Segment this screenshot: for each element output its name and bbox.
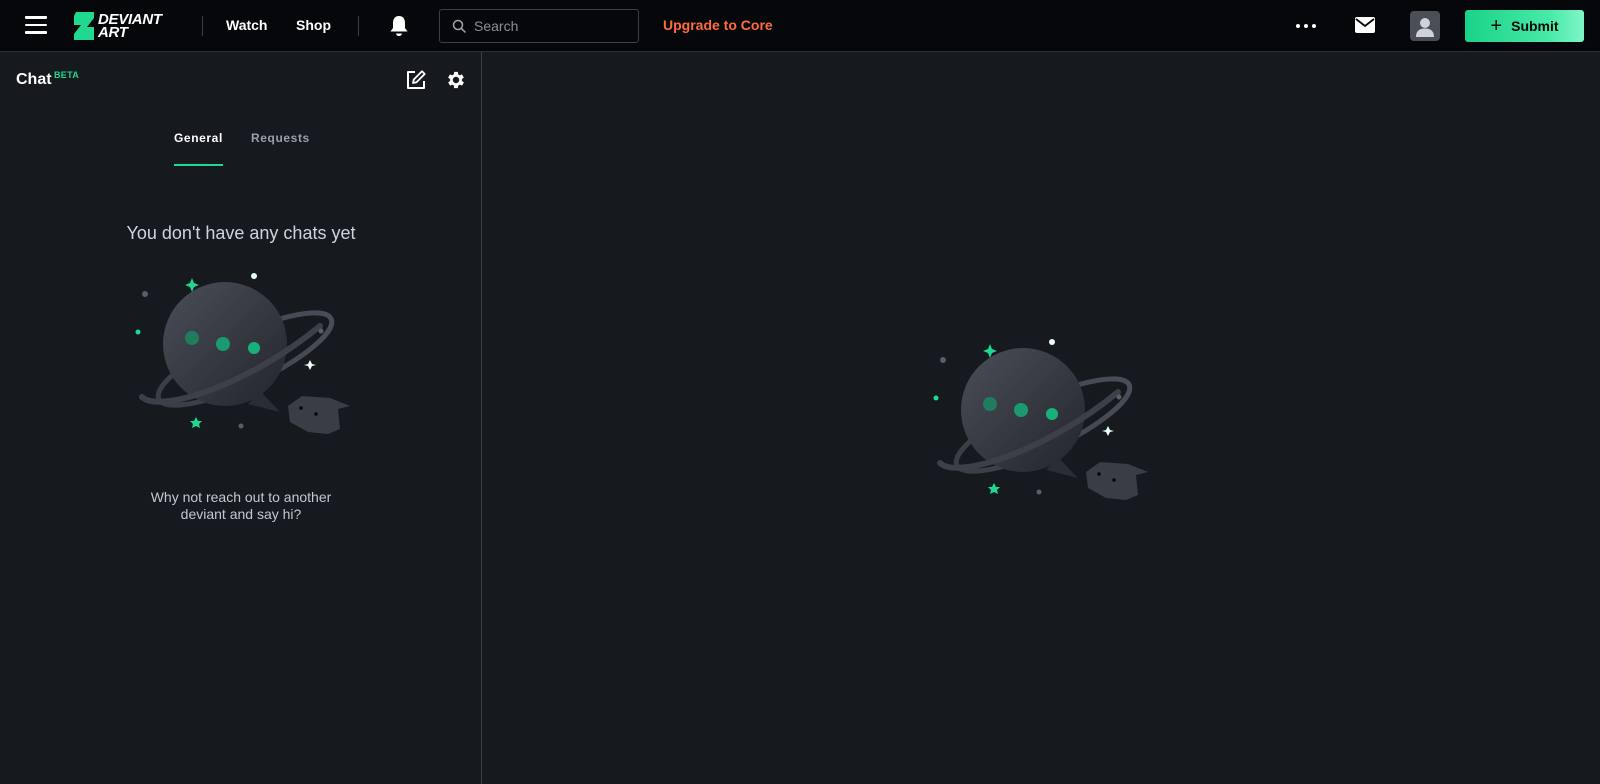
nav-shop-link[interactable]: Shop bbox=[296, 17, 331, 33]
top-navigation-bar: DEVIANT ART Watch Shop Upgrade to Core bbox=[0, 0, 1600, 52]
main-chat-area bbox=[483, 52, 1600, 784]
planet-illustration bbox=[130, 264, 350, 449]
chat-sidebar: Chat BETA General Requests You don't hav… bbox=[0, 52, 482, 784]
plus-icon: + bbox=[1490, 15, 1503, 37]
logo-wordmark: DEVIANT ART bbox=[98, 12, 162, 40]
hamburger-menu-icon[interactable] bbox=[25, 16, 47, 36]
submit-label: Submit bbox=[1511, 18, 1559, 34]
search-input[interactable] bbox=[474, 18, 634, 34]
submit-button[interactable]: + Submit bbox=[1465, 10, 1584, 42]
notifications-bell-icon[interactable] bbox=[389, 15, 409, 37]
search-box[interactable] bbox=[439, 9, 639, 43]
active-tab-indicator bbox=[174, 164, 223, 166]
beta-badge: BETA bbox=[54, 70, 80, 80]
chat-title: Chat bbox=[16, 71, 52, 88]
deviantart-logo-mark-icon bbox=[74, 12, 94, 40]
upgrade-to-core-link[interactable]: Upgrade to Core bbox=[663, 17, 773, 33]
empty-state-title: You don't have any chats yet bbox=[126, 223, 356, 243]
more-dots-icon[interactable] bbox=[1295, 18, 1317, 34]
nav-watch-link[interactable]: Watch bbox=[226, 17, 267, 33]
mail-icon[interactable] bbox=[1355, 17, 1375, 38]
user-avatar-icon[interactable] bbox=[1410, 11, 1440, 41]
edit-icon[interactable] bbox=[405, 69, 427, 91]
deviantart-logo[interactable]: DEVIANT ART bbox=[74, 12, 162, 40]
empty-state-subtitle: Why not reach out to another deviant and… bbox=[150, 489, 332, 522]
planet-illustration-main bbox=[928, 330, 1148, 515]
tab-general[interactable]: General bbox=[174, 131, 223, 145]
search-icon bbox=[452, 19, 466, 33]
gear-icon[interactable] bbox=[445, 69, 467, 91]
nav-divider bbox=[358, 16, 359, 36]
nav-divider bbox=[202, 16, 203, 36]
tab-requests[interactable]: Requests bbox=[251, 131, 310, 145]
